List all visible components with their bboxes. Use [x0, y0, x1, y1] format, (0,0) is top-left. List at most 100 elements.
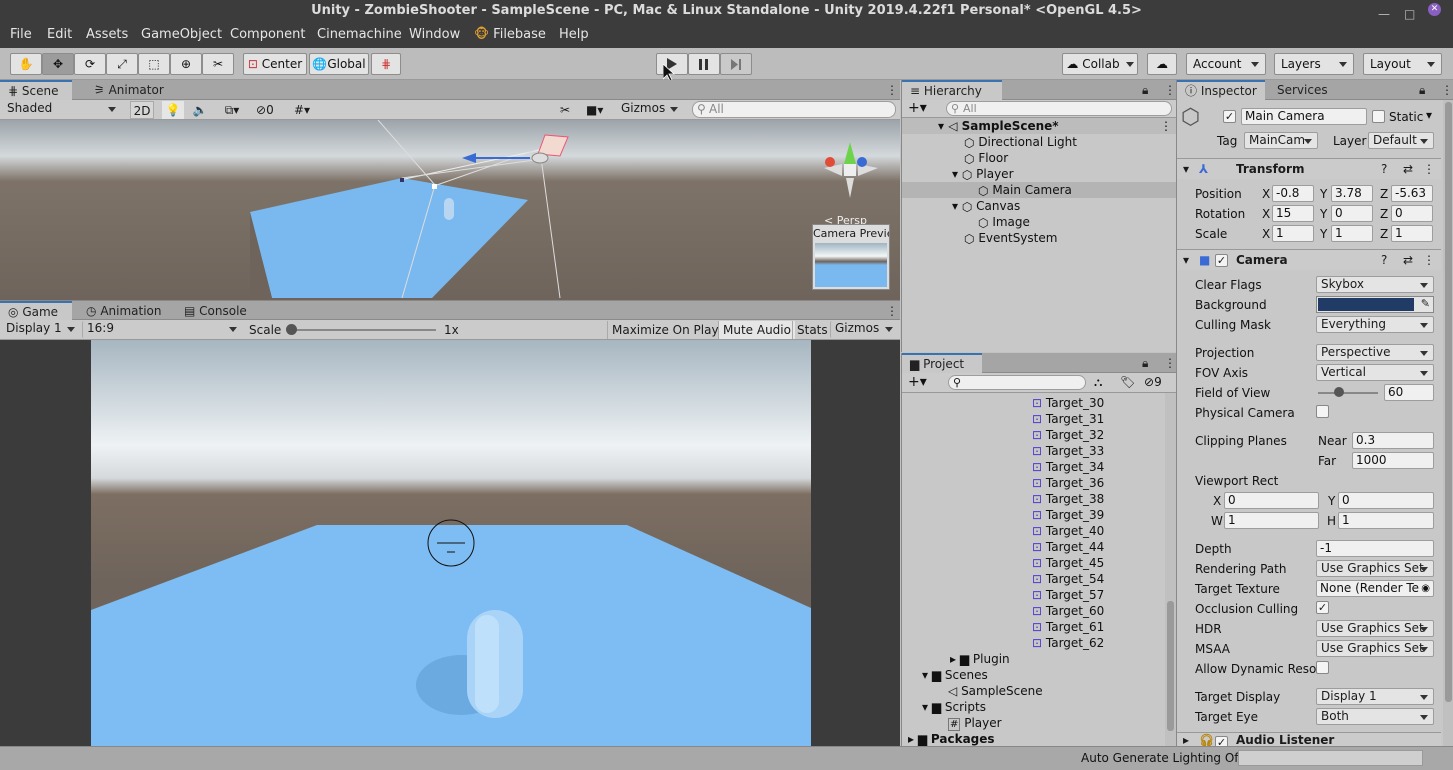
- far-field[interactable]: 1000: [1352, 452, 1434, 469]
- camera-header[interactable]: ▾ ■ ✓ Camera ? ⇄ ⋮: [1177, 249, 1441, 270]
- hierarchy-item-eventsystem[interactable]: ⬡ EventSystem: [964, 230, 1057, 246]
- tag-dropdown[interactable]: MainCam: [1244, 132, 1318, 149]
- tab-inspector[interactable]: ⓘ Inspector: [1177, 80, 1265, 100]
- viewport-w-field[interactable]: 1: [1224, 512, 1319, 529]
- position-z-field[interactable]: -5.63: [1391, 185, 1433, 202]
- static-checkbox[interactable]: [1372, 110, 1385, 123]
- tab-scene[interactable]: ⋕ Scene: [0, 80, 72, 100]
- move-tool-button[interactable]: ✥: [42, 53, 74, 75]
- project-search-input[interactable]: ⚲: [948, 375, 1086, 390]
- background-color-field[interactable]: ✎: [1316, 296, 1434, 313]
- dynamic-resolution-checkbox[interactable]: [1316, 661, 1329, 674]
- hidden-objects-toggle[interactable]: ⊘0: [256, 101, 290, 119]
- menu-edit[interactable]: Edit: [47, 27, 72, 42]
- inspector-scrollbar-thumb[interactable]: [1445, 102, 1452, 702]
- project-item-target[interactable]: ⊡ Target_39: [1032, 507, 1104, 523]
- menu-gameobject[interactable]: GameObject: [141, 27, 222, 42]
- hierarchy-item-floor[interactable]: ⬡ Floor: [964, 150, 1008, 166]
- projection-dropdown[interactable]: Perspective: [1316, 344, 1434, 361]
- search-by-label-icon[interactable]: 🏷︎: [1120, 375, 1135, 389]
- project-folder-scenes[interactable]: ▾ ▆ Scenes: [922, 667, 988, 683]
- maximize-on-play-toggle[interactable]: Maximize On Play: [607, 321, 723, 339]
- menu-help[interactable]: Help: [559, 27, 589, 42]
- layer-dropdown[interactable]: Default: [1368, 132, 1434, 149]
- audio-listener-checkbox[interactable]: ✓: [1215, 736, 1228, 746]
- scene-root-item[interactable]: ▾ ◁ SampleScene*: [938, 118, 1059, 134]
- menu-assets[interactable]: Assets: [86, 27, 128, 42]
- project-item-target[interactable]: ⊡ Target_45: [1032, 555, 1104, 571]
- project-folder-scripts[interactable]: ▾ ▆ Scripts: [922, 699, 986, 715]
- rotation-y-field[interactable]: 0: [1331, 205, 1373, 222]
- project-item-target[interactable]: ⊡ Target_54: [1032, 571, 1104, 587]
- project-scrollbar-thumb[interactable]: [1167, 601, 1174, 731]
- effects-dropdown[interactable]: ⧉▾: [215, 101, 249, 119]
- scene-search-input[interactable]: ⚲ All: [692, 101, 896, 118]
- component-menu-icon[interactable]: ⋮: [1423, 250, 1435, 270]
- snap-button[interactable]: ⋕: [371, 53, 401, 75]
- hierarchy-item-canvas[interactable]: ▾ ⬡ Canvas: [952, 198, 1020, 214]
- position-x-field[interactable]: -0.8: [1272, 185, 1314, 202]
- display-dropdown[interactable]: Display 1: [2, 321, 80, 338]
- pause-button[interactable]: [688, 53, 720, 75]
- audio-listener-header[interactable]: ▸ 🎧︎ ✓ Audio Listener: [1177, 732, 1441, 746]
- menu-component[interactable]: Component: [230, 27, 305, 42]
- project-item-target[interactable]: ⊡ Target_44: [1032, 539, 1104, 555]
- project-item-target[interactable]: ⊡ Target_38: [1032, 491, 1104, 507]
- scale-slider-track[interactable]: [290, 329, 436, 331]
- presets-icon[interactable]: ⇄: [1403, 159, 1413, 179]
- rendering-path-dropdown[interactable]: Use Graphics Set: [1316, 560, 1434, 577]
- help-icon[interactable]: ?: [1381, 250, 1387, 270]
- project-item-target[interactable]: ⊡ Target_60: [1032, 603, 1104, 619]
- project-item-samplescene[interactable]: ◁ SampleScene: [948, 683, 1043, 699]
- inspector-scrollbar[interactable]: [1443, 100, 1453, 746]
- viewport-y-field[interactable]: 0: [1338, 492, 1434, 509]
- physical-camera-checkbox[interactable]: [1316, 405, 1329, 418]
- menu-window[interactable]: Window: [409, 27, 460, 42]
- scale-tool-button[interactable]: ⤢: [106, 53, 138, 75]
- project-item-target[interactable]: ⊡ Target_30: [1032, 395, 1104, 411]
- near-field[interactable]: 0.3: [1352, 432, 1434, 449]
- lock-icon[interactable]: 🔒︎: [1411, 80, 1433, 100]
- create-dropdown[interactable]: +▾: [908, 100, 927, 116]
- target-texture-field[interactable]: None (Render Te ◉: [1316, 580, 1434, 597]
- project-item-target[interactable]: ⊡ Target_36: [1032, 475, 1104, 491]
- scale-x-field[interactable]: 1: [1272, 225, 1314, 242]
- rotate-tool-button[interactable]: ⟳: [74, 53, 106, 75]
- target-eye-dropdown[interactable]: Both: [1316, 708, 1434, 725]
- create-asset-dropdown[interactable]: +▾: [908, 374, 927, 390]
- fov-slider-track[interactable]: [1318, 392, 1378, 394]
- tab-services[interactable]: Services: [1269, 80, 1336, 100]
- scene-viewport[interactable]: < Persp Camera Preview: [0, 120, 900, 300]
- step-button[interactable]: [720, 53, 752, 75]
- fov-slider-thumb[interactable]: [1334, 387, 1344, 397]
- scene-tools-button[interactable]: ✂: [560, 101, 582, 119]
- project-item-player-script[interactable]: # Player: [948, 715, 1002, 731]
- tab-animation[interactable]: ◷ Animation: [78, 301, 170, 321]
- tab-hierarchy[interactable]: ≡ Hierarchy: [902, 80, 1002, 100]
- viewport-h-field[interactable]: 1: [1338, 512, 1434, 529]
- presets-icon[interactable]: ⇄: [1403, 250, 1413, 270]
- transform-tool-button[interactable]: ⊕: [170, 53, 202, 75]
- search-by-type-icon[interactable]: ⛬: [1094, 375, 1102, 390]
- active-checkbox[interactable]: ✓: [1223, 110, 1236, 123]
- grid-dropdown[interactable]: #▾: [294, 101, 328, 119]
- project-item-target[interactable]: ⊡ Target_34: [1032, 459, 1104, 475]
- layers-dropdown[interactable]: Layers: [1274, 53, 1354, 75]
- project-folder-packages[interactable]: ▸ ▆ Packages: [908, 731, 995, 746]
- hidden-packages-toggle[interactable]: ⊘9: [1144, 375, 1162, 389]
- project-item-target[interactable]: ⊡ Target_40: [1032, 523, 1104, 539]
- project-item-target[interactable]: ⊡ Target_62: [1032, 635, 1104, 651]
- orientation-gizmo[interactable]: [818, 138, 882, 202]
- tab-game[interactable]: ◎ Game: [0, 301, 72, 321]
- inspector-menu-icon[interactable]: ⋮: [1433, 80, 1453, 100]
- gizmos-dropdown[interactable]: Gizmos: [617, 101, 683, 118]
- project-folder-plugin[interactable]: ▸ ▆ Plugin: [950, 651, 1010, 667]
- hierarchy-item-image[interactable]: ⬡ Image: [978, 214, 1030, 230]
- lock-icon[interactable]: 🔒︎: [1134, 353, 1156, 373]
- object-picker-icon[interactable]: ◉: [1421, 581, 1430, 596]
- game-view[interactable]: [0, 340, 900, 746]
- hierarchy-item-main-camera[interactable]: ⬡ Main Camera: [978, 182, 1072, 198]
- tab-animator[interactable]: ⚞ Animator: [86, 80, 172, 100]
- close-icon[interactable]: ✕: [1428, 3, 1441, 16]
- culling-mask-dropdown[interactable]: Everything: [1316, 316, 1434, 333]
